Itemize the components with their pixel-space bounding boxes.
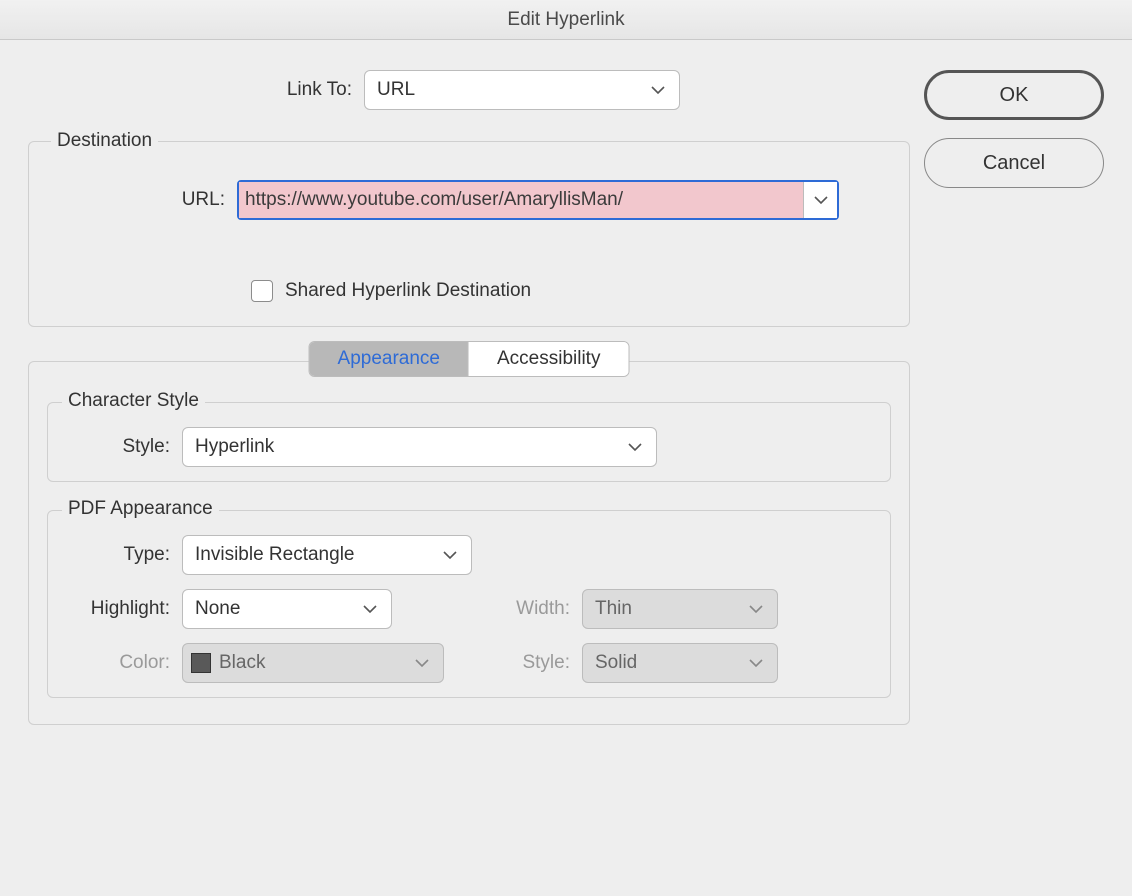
pdf-appearance-legend: PDF Appearance [62, 498, 219, 520]
type-select[interactable]: Invisible Rectangle [182, 535, 472, 575]
url-combobox[interactable] [237, 180, 839, 220]
character-style-group: Character Style Style: Hyperlink [47, 402, 891, 482]
type-label: Type: [62, 544, 182, 566]
width-select: Thin [582, 589, 778, 629]
link-to-value: URL [377, 79, 647, 101]
url-input[interactable] [239, 182, 803, 218]
type-value: Invisible Rectangle [195, 544, 439, 566]
destination-group: Destination URL: Shared Hyperlink Destin… [28, 130, 910, 327]
url-dropdown-button[interactable] [803, 182, 837, 218]
url-label: URL: [47, 189, 237, 211]
chevron-down-icon [411, 652, 433, 674]
tab-accessibility[interactable]: Accessibility [468, 342, 628, 376]
color-label: Color: [62, 652, 182, 674]
chevron-down-icon [745, 652, 767, 674]
pdf-style-value: Solid [595, 652, 745, 674]
pdf-style-label: Style: [462, 652, 582, 674]
shared-destination-label: Shared Hyperlink Destination [285, 280, 531, 302]
pdf-appearance-group: PDF Appearance Type: Invisible Rectangle [47, 510, 891, 698]
link-to-select[interactable]: URL [364, 70, 680, 110]
highlight-value: None [195, 598, 359, 620]
character-style-value: Hyperlink [195, 436, 624, 458]
pdf-style-select: Solid [582, 643, 778, 683]
highlight-select[interactable]: None [182, 589, 392, 629]
width-value: Thin [595, 598, 745, 620]
link-to-label: Link To: [28, 79, 364, 101]
cancel-button[interactable]: Cancel [924, 138, 1104, 188]
color-swatch-icon [191, 653, 211, 673]
chevron-down-icon [359, 598, 381, 620]
color-select: Black [182, 643, 444, 683]
chevron-down-icon [647, 79, 669, 101]
window-title: Edit Hyperlink [0, 0, 1132, 40]
character-style-select[interactable]: Hyperlink [182, 427, 657, 467]
shared-destination-checkbox[interactable]: Shared Hyperlink Destination [251, 280, 531, 302]
color-value: Black [219, 652, 411, 674]
style-label: Style: [62, 436, 182, 458]
width-label: Width: [462, 598, 582, 620]
appearance-panel: Character Style Style: Hyperlink PDF App… [28, 361, 910, 725]
character-style-legend: Character Style [62, 390, 205, 412]
tabs: Appearance Accessibility [309, 341, 630, 377]
highlight-label: Highlight: [62, 598, 182, 620]
destination-legend: Destination [51, 130, 158, 152]
tab-appearance[interactable]: Appearance [310, 342, 468, 376]
checkbox-box-icon [251, 280, 273, 302]
chevron-down-icon [439, 544, 461, 566]
chevron-down-icon [810, 189, 832, 211]
chevron-down-icon [624, 436, 646, 458]
chevron-down-icon [745, 598, 767, 620]
ok-button[interactable]: OK [924, 70, 1104, 120]
